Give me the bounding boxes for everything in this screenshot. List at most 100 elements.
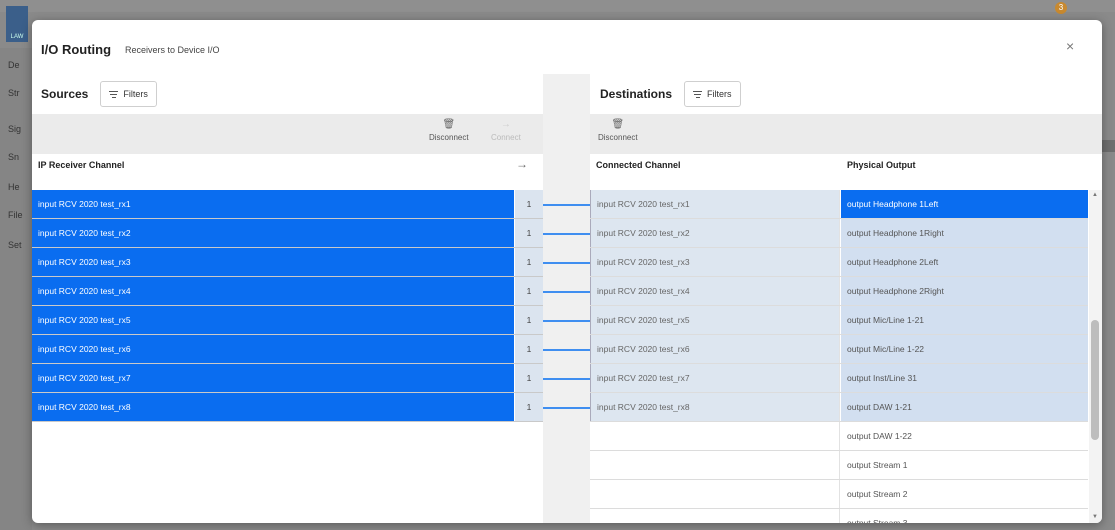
- sources-list: input RCV 2020 test_rx1 1 input RCV 2020 …: [32, 190, 543, 422]
- source-count: 1: [515, 364, 543, 392]
- destination-row[interactable]: input RCV 2020 test_rx7 output Inst/Line …: [590, 364, 1088, 393]
- sources-filters-label: Filters: [123, 89, 148, 99]
- source-name: input RCV 2020 test_rx5: [32, 306, 514, 334]
- connected-channel: input RCV 2020 test_rx5: [590, 306, 840, 334]
- filter-icon: [693, 90, 703, 98]
- physical-output: output Stream 2: [847, 489, 908, 499]
- source-row[interactable]: input RCV 2020 test_rx6 1: [32, 335, 543, 364]
- trash-icon: 🗑: [611, 119, 625, 130]
- route-line: [543, 233, 590, 235]
- destinations-disconnect-button[interactable]: 🗑 Disconnect: [598, 119, 638, 142]
- background-topbar: [0, 0, 1115, 12]
- ip-receiver-channel-header: IP Receiver Channel: [38, 160, 125, 170]
- source-name: input RCV 2020 test_rx4: [32, 277, 514, 305]
- route-line: [543, 407, 590, 409]
- source-row[interactable]: input RCV 2020 test_rx8 1: [32, 393, 543, 422]
- source-name: input RCV 2020 test_rx1: [32, 190, 514, 218]
- sources-header: Sources Filters: [41, 74, 157, 114]
- source-row[interactable]: input RCV 2020 test_rx3 1: [32, 248, 543, 277]
- physical-output: output Mic/Line 1-21: [841, 306, 1088, 334]
- source-count: 1: [515, 335, 543, 363]
- source-count: 1: [515, 248, 543, 276]
- destinations-filters-button[interactable]: Filters: [684, 81, 741, 107]
- route-line: [543, 349, 590, 351]
- notification-badge: 3: [1055, 2, 1067, 14]
- scroll-down-icon[interactable]: ▼: [1092, 514, 1098, 520]
- connected-channel: [590, 451, 840, 479]
- routing-gap: [543, 74, 590, 523]
- sidebar-item: File: [8, 210, 23, 220]
- route-line: [543, 320, 590, 322]
- sidebar-item: Sn: [8, 152, 20, 162]
- sources-filters-button[interactable]: Filters: [100, 81, 157, 107]
- sources-connect-button[interactable]: → Connect: [491, 119, 521, 142]
- destinations-title: Destinations: [600, 87, 673, 101]
- modal-subtitle: Receivers to Device I/O: [125, 45, 220, 55]
- destination-row[interactable]: output Stream 1: [590, 451, 1088, 480]
- source-name: input RCV 2020 test_rx7: [32, 364, 514, 392]
- source-row[interactable]: input RCV 2020 test_rx4 1: [32, 277, 543, 306]
- scrollbar-thumb[interactable]: [1091, 320, 1099, 440]
- filter-icon: [109, 90, 119, 98]
- connected-channel: input RCV 2020 test_rx8: [590, 393, 840, 421]
- connected-channel: input RCV 2020 test_rx1: [590, 190, 840, 218]
- sidebar-item: Set: [8, 240, 22, 250]
- destinations-toolbar: 🗑 Disconnect: [590, 114, 1102, 154]
- physical-output: output Headphone 1Left: [841, 190, 1088, 218]
- source-name: input RCV 2020 test_rx2: [32, 219, 514, 247]
- io-routing-modal: I/O Routing Receivers to Device I/O × So…: [32, 20, 1102, 523]
- destination-row[interactable]: output Stream 2: [590, 480, 1088, 509]
- scroll-up-icon[interactable]: ▲: [1092, 192, 1098, 198]
- physical-output: output Inst/Line 31: [841, 364, 1088, 392]
- background-right-element: [1101, 140, 1115, 152]
- source-name: input RCV 2020 test_rx3: [32, 248, 514, 276]
- source-name: input RCV 2020 test_rx8: [32, 393, 514, 421]
- source-count: 1: [515, 306, 543, 334]
- destination-row[interactable]: input RCV 2020 test_rx8 output DAW 1-21: [590, 393, 1088, 422]
- sidebar-item: He: [8, 182, 20, 192]
- destination-row[interactable]: input RCV 2020 test_rx1 output Headphone …: [590, 190, 1088, 219]
- physical-output-header: Physical Output: [847, 160, 916, 170]
- sources-toolbar: 🗑 Disconnect → Connect: [32, 114, 543, 154]
- connected-channel: [590, 422, 840, 450]
- sidebar-item: Sig: [8, 124, 22, 134]
- sources-title: Sources: [41, 87, 89, 101]
- source-row[interactable]: input RCV 2020 test_rx1 1: [32, 190, 543, 219]
- physical-output: output Headphone 2Left: [841, 248, 1088, 276]
- route-line: [543, 262, 590, 264]
- sources-connect-label: Connect: [491, 133, 521, 142]
- trash-icon: 🗑: [442, 119, 456, 130]
- physical-output: output Headphone 1Right: [841, 219, 1088, 247]
- destination-row[interactable]: output DAW 1-22: [590, 422, 1088, 451]
- destination-row[interactable]: output Stream 3: [590, 509, 1088, 523]
- sidebar-item: Str: [8, 88, 20, 98]
- connected-channel: [590, 509, 840, 523]
- destinations-disconnect-label: Disconnect: [598, 133, 638, 142]
- close-icon[interactable]: ×: [1066, 38, 1074, 54]
- connected-channel: input RCV 2020 test_rx4: [590, 277, 840, 305]
- destination-row[interactable]: input RCV 2020 test_rx5 output Mic/Line 1…: [590, 306, 1088, 335]
- destinations-list: input RCV 2020 test_rx1 output Headphone …: [590, 190, 1088, 523]
- background-sidebar: De Str Sig Sn He File Set: [0, 48, 32, 530]
- physical-output: output Mic/Line 1-22: [841, 335, 1088, 363]
- destination-row[interactable]: input RCV 2020 test_rx6 output Mic/Line 1…: [590, 335, 1088, 364]
- modal-title: I/O Routing: [41, 42, 112, 57]
- route-line: [543, 378, 590, 380]
- destination-row[interactable]: input RCV 2020 test_rx4 output Headphone …: [590, 277, 1088, 306]
- physical-output: output Stream 3: [847, 518, 908, 523]
- source-row[interactable]: input RCV 2020 test_rx7 1: [32, 364, 543, 393]
- route-line: [543, 204, 590, 206]
- destinations-header: Destinations Filters: [600, 74, 741, 114]
- sources-disconnect-button[interactable]: 🗑 Disconnect: [429, 119, 469, 142]
- source-row[interactable]: input RCV 2020 test_rx2 1: [32, 219, 543, 248]
- source-row[interactable]: input RCV 2020 test_rx5 1: [32, 306, 543, 335]
- destination-row[interactable]: input RCV 2020 test_rx2 output Headphone …: [590, 219, 1088, 248]
- connected-channel: input RCV 2020 test_rx3: [590, 248, 840, 276]
- sidebar-item: De: [8, 60, 20, 70]
- physical-output: output DAW 1-22: [847, 431, 912, 441]
- arrow-right-icon: →: [500, 119, 511, 130]
- connected-channel: [590, 480, 840, 508]
- source-name: input RCV 2020 test_rx6: [32, 335, 514, 363]
- source-count: 1: [515, 393, 543, 421]
- destination-row[interactable]: input RCV 2020 test_rx3 output Headphone …: [590, 248, 1088, 277]
